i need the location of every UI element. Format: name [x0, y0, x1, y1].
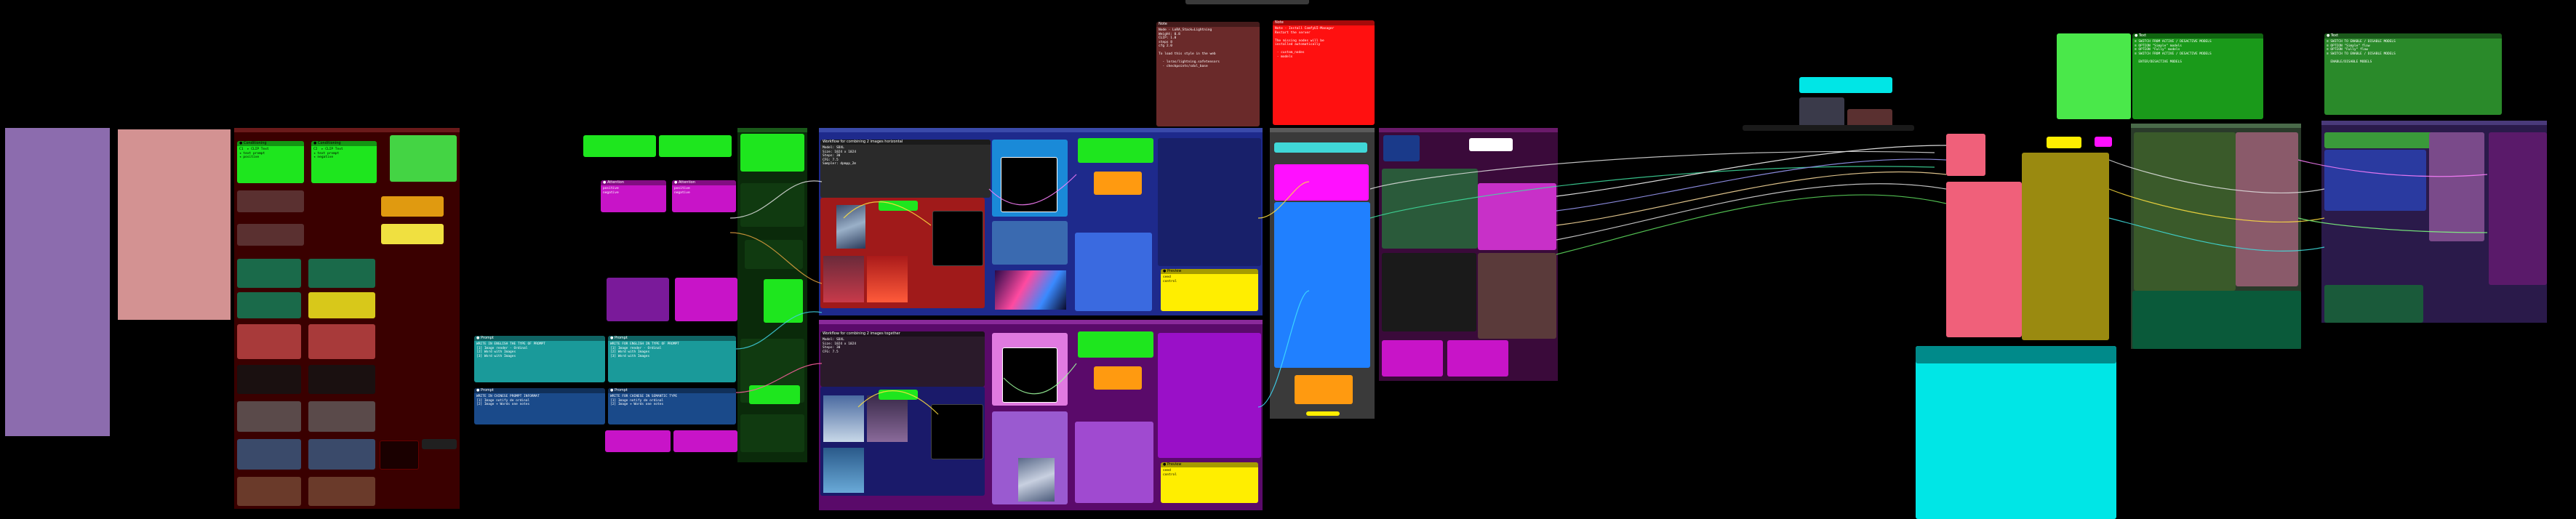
workflow-canvas[interactable]: ● Conditioning C1 ▸ CLIP Text ◂ text pro…	[0, 0, 2576, 519]
connection-wires	[729, 145, 2488, 415]
